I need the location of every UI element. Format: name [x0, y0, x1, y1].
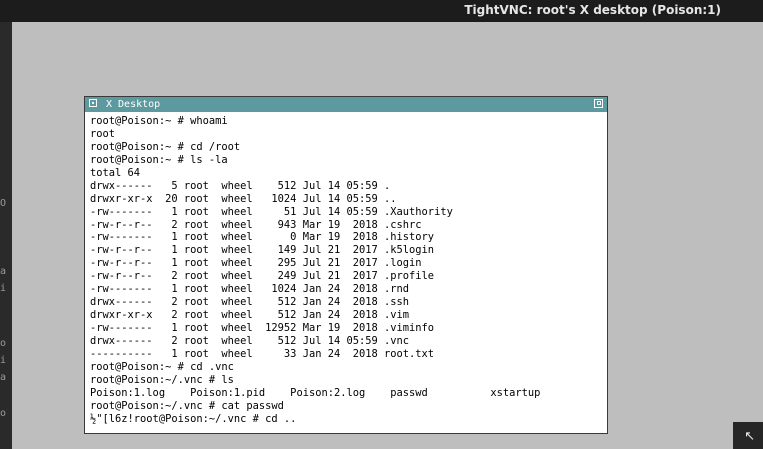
terminal-line: -rw------- 1 root wheel 0 Mar 19 2018 .h… [90, 231, 435, 244]
left-strip-glyph: a [0, 372, 7, 383]
remote-desktop-area[interactable]: ↖ X Desktop root@Poison:~ # whoami root ro… [12, 22, 763, 449]
terminal-line: total 64 [90, 166, 141, 179]
left-strip-glyph: o [0, 338, 7, 349]
terminal-line: -rw------- 1 root wheel 51 Jul 14 05:59 … [90, 205, 453, 218]
terminal-output[interactable]: root@Poison:~ # whoami root root@Poison:~ … [90, 115, 604, 431]
terminal-line: root@Poison:~ # cd /root [90, 140, 241, 153]
terminal-line: -rw------- 1 root wheel 12952 Mar 19 201… [90, 322, 435, 334]
vnc-title-bar: TightVNC: root's X desktop (Poison:1) [0, 0, 763, 22]
terminal-line: drwx------ 5 root wheel 512 Jul 14 05:59… [90, 179, 391, 192]
x-window-titlebar[interactable]: X Desktop [85, 97, 607, 112]
terminal-line: root@Poison:~ # ls -la [90, 153, 228, 166]
terminal-line: -rw-r--r-- 2 root wheel 943 Mar 19 2018 … [90, 218, 422, 231]
terminal-line: Poison:1.log Poison:1.pid Poison:2.log p… [90, 386, 541, 399]
terminal-line: drwxr-xr-x 20 root wheel 1024 Jul 14 05:… [90, 192, 397, 205]
window-menu-icon[interactable] [89, 99, 97, 107]
mouse-cursor-icon: ↖ [744, 429, 755, 444]
terminal-line: -rw------- 1 root wheel 1024 Jan 24 2018… [90, 283, 410, 296]
left-strip-glyph: i [0, 355, 7, 366]
terminal-line: -rw-r--r-- 1 root wheel 295 Jul 21 2017 … [90, 257, 422, 270]
terminal-line: ½"[l6z!root@Poison:~/.vnc # cd .. [90, 412, 297, 425]
terminal-line: root [90, 127, 116, 140]
left-strip-glyph: O [0, 198, 7, 209]
x-desktop-window[interactable]: X Desktop root@Poison:~ # whoami root root… [84, 96, 608, 434]
left-strip-glyph: a [0, 266, 7, 277]
maximize-icon[interactable] [594, 99, 603, 108]
terminal-line: root@Poison:~ # whoami [90, 115, 228, 127]
left-strip-glyph: i [0, 283, 7, 294]
terminal-line: -rw-r--r-- 1 root wheel 149 Jul 21 2017 … [90, 244, 435, 257]
terminal-line: -rw-r--r-- 2 root wheel 249 Jul 21 2017 … [90, 270, 435, 283]
terminal-line: root@Poison:~/.vnc # ls [90, 373, 234, 386]
terminal-line: drwx------ 2 root wheel 512 Jul 14 05:59… [90, 334, 410, 347]
terminal-line: root@Poison:~/.vnc # cat passwd [90, 399, 284, 412]
terminal-line: ---------- 1 root wheel 33 Jan 24 2018 r… [90, 347, 435, 360]
terminal-line: drwx------ 2 root wheel 512 Jan 24 2018 … [90, 296, 410, 309]
left-strip-glyph: o [0, 408, 7, 419]
window-title: TightVNC: root's X desktop (Poison:1) [464, 3, 721, 17]
x-window-title: X Desktop [106, 99, 161, 110]
left-edge-strip: O a i o i a o [0, 22, 12, 449]
terminal-line: root@Poison:~ # cd .vnc [90, 360, 234, 373]
terminal-line: drwxr-xr-x 2 root wheel 512 Jan 24 2018 … [90, 309, 410, 322]
